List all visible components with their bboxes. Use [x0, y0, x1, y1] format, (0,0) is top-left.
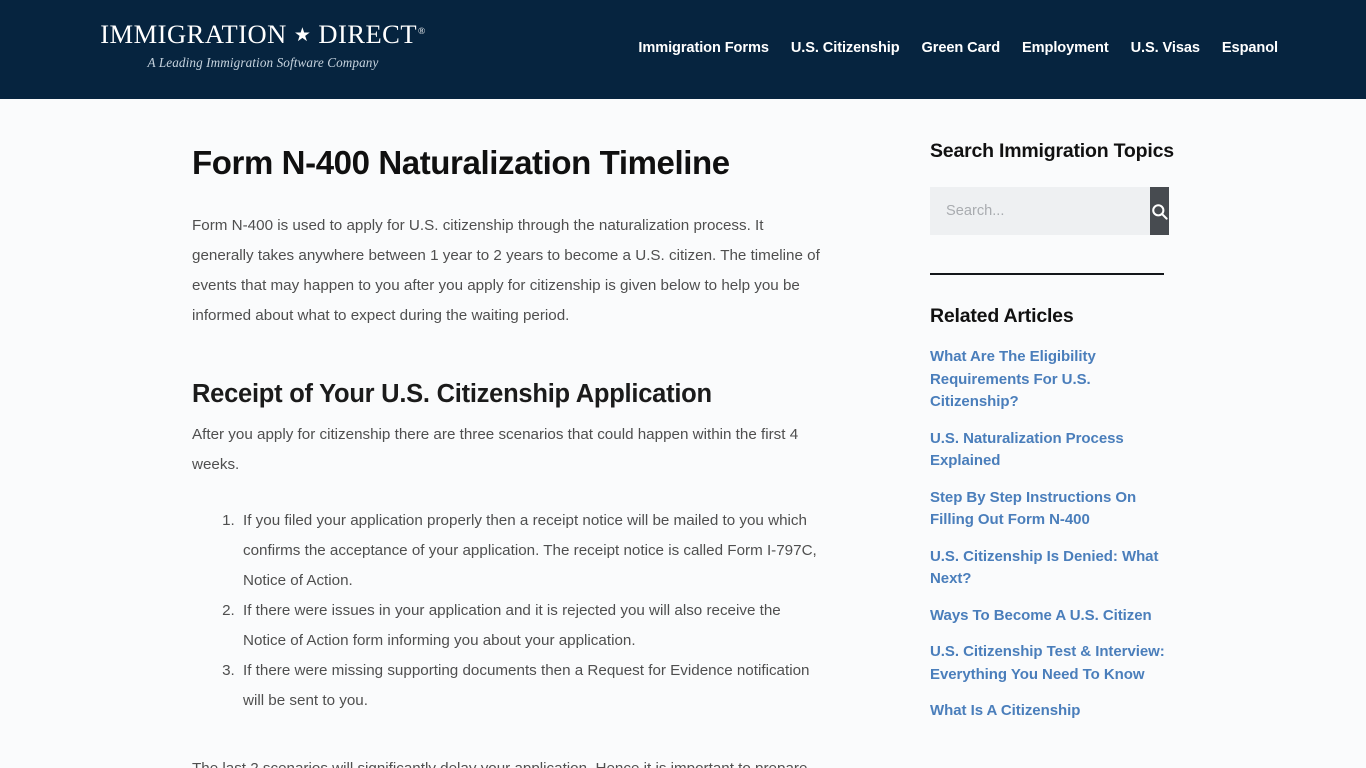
star-icon: ★: [293, 25, 312, 46]
registered-trademark-icon: ®: [418, 27, 426, 37]
list-item: If there were issues in your application…: [239, 596, 820, 656]
main-navigation: Immigration Forms U.S. Citizenship Green…: [638, 40, 1278, 56]
list-item: If you filed your application properly t…: [239, 506, 820, 596]
list-item: What Are The Eligibility Requirements Fo…: [930, 346, 1166, 414]
list-item: U.S. Naturalization Process Explained: [930, 428, 1166, 473]
intro-paragraph: Form N-400 is used to apply for U.S. cit…: [192, 216, 820, 324]
list-item: U.S. Citizenship Is Denied: What Next?: [930, 546, 1166, 591]
search-heading: Search Immigration Topics: [930, 140, 1174, 162]
logo-tagline: A Leading Immigration Software Company: [147, 54, 379, 70]
list-item: If there were missing supporting documen…: [239, 656, 820, 716]
search-icon: [1150, 202, 1169, 221]
related-article-link-naturalization-process[interactable]: U.S. Naturalization Process Explained: [930, 428, 1166, 473]
related-articles-list: What Are The Eligibility Requirements Fo…: [930, 346, 1166, 723]
search-form: [930, 187, 1169, 235]
related-articles-heading: Related Articles: [930, 305, 1074, 327]
closing-text-before-link: The last 2 scenarios will significantly …: [192, 760, 807, 768]
search-submit-button[interactable]: [1150, 187, 1169, 235]
list-item: U.S. Citizenship Test & Interview: Every…: [930, 641, 1166, 686]
sidebar-divider: [930, 273, 1164, 275]
list-item: Step By Step Instructions On Filling Out…: [930, 487, 1166, 532]
related-article-link-citizenship-denied[interactable]: U.S. Citizenship Is Denied: What Next?: [930, 546, 1166, 591]
related-article-link-eligibility-requirements[interactable]: What Are The Eligibility Requirements Fo…: [930, 346, 1166, 414]
related-article-link-citizenship-test-interview[interactable]: U.S. Citizenship Test & Interview: Every…: [930, 641, 1166, 686]
list-item: Ways To Become A U.S. Citizen: [930, 605, 1166, 628]
nav-item-employment[interactable]: Employment: [1022, 40, 1109, 56]
page-title: Form N-400 Naturalization Timeline: [192, 144, 730, 181]
list-item: What Is A Citizenship: [930, 700, 1166, 723]
site-logo[interactable]: Immigration ★ Direct® A Leading Immigratio…: [88, 21, 438, 71]
nav-item-us-citizenship[interactable]: U.S. Citizenship: [791, 40, 900, 56]
search-input[interactable]: [930, 187, 1150, 235]
site-header: Immigration ★ Direct® A Leading Immigratio…: [0, 0, 1366, 99]
section-intro-paragraph: After you apply for citizenship there ar…: [192, 426, 799, 474]
nav-item-us-visas[interactable]: U.S. Visas: [1131, 40, 1200, 56]
logo-word-immigration: Immigration: [100, 19, 287, 49]
nav-item-espanol[interactable]: Espanol: [1222, 40, 1278, 56]
logo-wordmark: Immigration ★ Direct®: [88, 21, 438, 48]
nav-item-green-card[interactable]: Green Card: [922, 40, 1001, 56]
logo-word-direct: Direct: [318, 19, 418, 49]
related-article-link-step-by-step-n400[interactable]: Step By Step Instructions On Filling Out…: [930, 487, 1166, 532]
page-container: Form N-400 Naturalization Timeline Form …: [0, 99, 1366, 768]
related-article-link-ways-to-become-citizen[interactable]: Ways To Become A U.S. Citizen: [930, 605, 1166, 628]
related-article-link-what-is-a-citizenship[interactable]: What Is A Citizenship: [930, 700, 1166, 723]
closing-paragraph: The last 2 scenarios will significantly …: [192, 754, 820, 768]
article-content: Form N-400 Naturalization Timeline Form …: [88, 99, 820, 768]
section-heading-receipt: Receipt of Your U.S. Citizenship Applica…: [192, 379, 712, 408]
scenario-list: If you filed your application properly t…: [192, 506, 820, 716]
sidebar: Search Immigration Topics Related Articl…: [820, 99, 1186, 768]
nav-item-immigration-forms[interactable]: Immigration Forms: [638, 40, 769, 56]
